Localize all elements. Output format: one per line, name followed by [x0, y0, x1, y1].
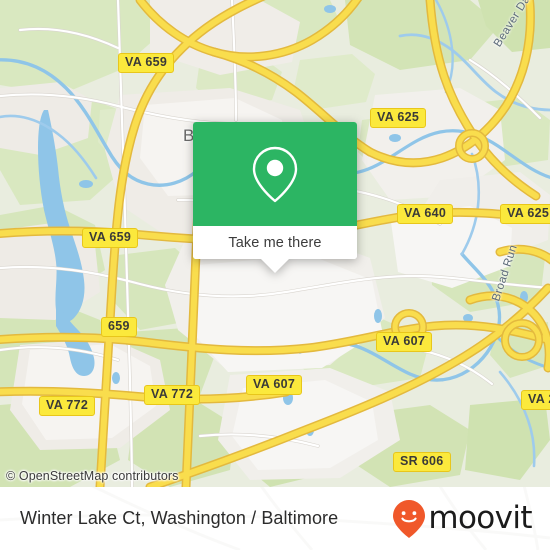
map-pin-icon: [252, 146, 298, 203]
popup-footer[interactable]: Take me there: [193, 226, 357, 259]
map-canvas[interactable]: B Beaver Dam R Broad Run VA 659 VA 625 V…: [0, 0, 550, 487]
footer-bar: Winter Lake Ct, Washington / Baltimore m…: [0, 487, 550, 550]
shield-va-607-center[interactable]: VA 607: [246, 375, 303, 395]
shield-va-640[interactable]: VA 640: [397, 204, 454, 224]
shield-va-772-center[interactable]: VA 772: [144, 385, 201, 405]
shield-va-625-east[interactable]: VA 625: [500, 204, 550, 224]
popup-body: Take me there: [193, 122, 357, 259]
popup-header: [193, 122, 357, 226]
shield-va-607-east[interactable]: VA 607: [376, 332, 433, 352]
shield-va-659-west[interactable]: VA 659: [82, 228, 139, 248]
moovit-brand[interactable]: moovit: [392, 499, 533, 539]
location-title: Winter Lake Ct, Washington / Baltimore: [20, 508, 339, 528]
shield-659[interactable]: 659: [101, 317, 137, 337]
moovit-smiley-pin-icon: [393, 499, 426, 538]
shield-va-659-north[interactable]: VA 659: [118, 53, 175, 73]
popup-tail-arrow: [261, 259, 289, 273]
location-popup[interactable]: Take me there: [193, 122, 357, 273]
footer-content: Winter Lake Ct, Washington / Baltimore m…: [0, 487, 550, 550]
shield-va-625-north[interactable]: VA 625: [370, 108, 427, 128]
map-screenshot-root: B Beaver Dam R Broad Run VA 659 VA 625 V…: [0, 0, 550, 550]
shield-sr-606[interactable]: SR 606: [393, 452, 451, 472]
shield-va-2[interactable]: VA 2: [521, 390, 550, 410]
moovit-wordmark: moovit: [428, 500, 532, 536]
take-me-there-label: Take me there: [228, 234, 322, 251]
shield-va-772-west[interactable]: VA 772: [39, 396, 96, 416]
osm-attribution[interactable]: © OpenStreetMap contributors: [6, 469, 179, 483]
